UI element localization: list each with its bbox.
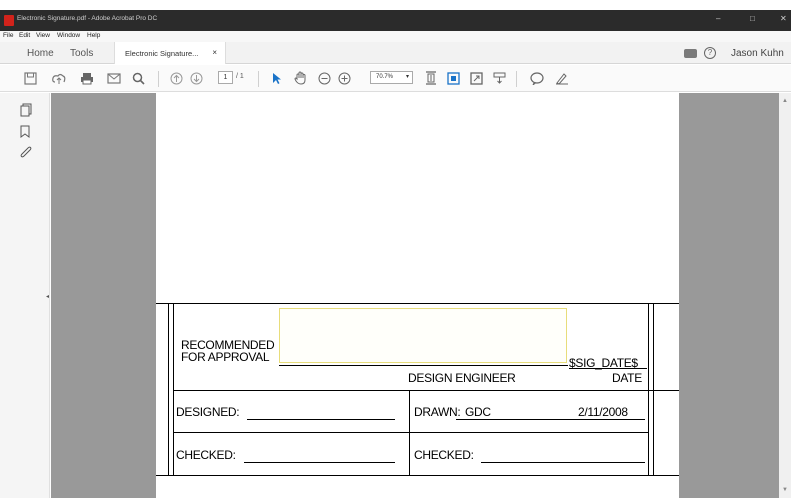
drawn-line: [456, 419, 645, 420]
checked-label-right: CHECKED:: [414, 448, 474, 462]
pdf-page: RECOMMENDED FOR APPROVAL $SIG_DATE$ DESI…: [156, 93, 679, 498]
comment-panel-icon[interactable]: [684, 49, 697, 58]
tab-tools[interactable]: Tools: [70, 48, 93, 59]
title-bar: Electronic Signature.pdf - Adobe Acrobat…: [0, 0, 791, 32]
tab-document[interactable]: Electronic Signature... ×: [114, 42, 226, 64]
navigation-pane: ◂: [0, 93, 50, 498]
toolbar-separator: [158, 71, 159, 87]
drawn-label: DRAWN:: [414, 405, 461, 419]
print-icon[interactable]: [80, 70, 94, 86]
checked-line-right: [481, 462, 645, 463]
next-page-icon[interactable]: [190, 70, 203, 86]
upload-icon[interactable]: [52, 70, 66, 86]
hand-tool-icon[interactable]: [294, 70, 307, 86]
menu-edit[interactable]: Edit: [19, 32, 30, 39]
drawn-value: GDC: [465, 405, 491, 419]
window-caption: Electronic Signature.pdf - Adobe Acrobat…: [0, 10, 791, 31]
zoom-level-select[interactable]: 70.7% ▾: [370, 71, 413, 84]
for-approval-label: FOR APPROVAL: [181, 350, 270, 364]
scroll-down-icon[interactable]: ▼: [782, 487, 788, 493]
design-engineer-label: DESIGN ENGINEER: [408, 371, 516, 385]
menu-bar: File Edit View Window Help: [0, 31, 791, 42]
email-icon[interactable]: [107, 70, 121, 86]
search-icon[interactable]: [132, 70, 145, 86]
zoom-level-value: 70.7%: [376, 74, 394, 80]
signature-line: [279, 365, 568, 366]
form-border: [168, 303, 169, 476]
collapse-pane-icon[interactable]: ◂: [46, 293, 49, 300]
stamp-icon[interactable]: [493, 70, 506, 86]
fit-page-icon[interactable]: [425, 70, 437, 86]
document-canvas[interactable]: RECOMMENDED FOR APPROVAL $SIG_DATE$ DESI…: [51, 93, 791, 498]
form-row-divider: [173, 390, 679, 391]
toolbar-separator: [258, 71, 259, 87]
toolbar: 1 / 1 70.7% ▾: [0, 65, 791, 92]
tab-close-button[interactable]: ×: [212, 48, 217, 57]
full-screen-icon[interactable]: [470, 70, 483, 86]
page-thumbnails-icon[interactable]: [20, 103, 32, 120]
designed-line: [247, 419, 395, 420]
signature-field[interactable]: [279, 308, 567, 363]
tab-home[interactable]: Home: [27, 48, 54, 59]
form-row-divider: [173, 432, 649, 433]
drawn-date: 2/11/2008: [578, 405, 628, 419]
comment-icon[interactable]: [530, 70, 544, 86]
scroll-up-icon[interactable]: ▲: [782, 98, 788, 104]
prev-page-icon[interactable]: [170, 70, 183, 86]
zoom-in-icon[interactable]: [338, 70, 351, 86]
designed-label: DESIGNED:: [176, 405, 240, 419]
bookmark-icon[interactable]: [20, 125, 30, 141]
tab-bar: Home Tools Electronic Signature... × ? J…: [0, 42, 791, 64]
chevron-down-icon: ▾: [405, 74, 409, 80]
date-label: DATE: [612, 371, 642, 385]
menu-view[interactable]: View: [36, 32, 50, 39]
checked-label-left: CHECKED:: [176, 448, 236, 462]
menu-help[interactable]: Help: [87, 32, 100, 39]
close-window-button[interactable]: ✕: [780, 14, 787, 23]
select-tool-icon[interactable]: [272, 70, 282, 86]
toolbar-separator: [516, 71, 517, 87]
menu-window[interactable]: Window: [57, 32, 80, 39]
menu-file[interactable]: File: [3, 32, 13, 39]
checked-line-left: [244, 462, 395, 463]
save-icon[interactable]: [24, 70, 37, 86]
page-total: / 1: [236, 73, 244, 80]
acrobat-logo-icon: [4, 15, 14, 26]
sign-icon[interactable]: [555, 70, 569, 86]
minimize-button[interactable]: –: [716, 14, 720, 23]
date-line: [569, 368, 647, 369]
zoom-out-icon[interactable]: [318, 70, 331, 86]
attachment-icon[interactable]: [20, 146, 32, 163]
tab-document-label: Electronic Signature...: [125, 49, 199, 58]
window-title: Electronic Signature.pdf - Adobe Acrobat…: [17, 15, 158, 22]
page-number-input[interactable]: 1: [218, 71, 233, 84]
vertical-scrollbar[interactable]: ▲ ▼: [779, 93, 791, 498]
form-divider: [409, 390, 410, 476]
help-icon[interactable]: ?: [704, 47, 716, 59]
maximize-button[interactable]: □: [750, 14, 755, 23]
user-name[interactable]: Jason Kuhn: [731, 48, 784, 59]
scroll-mode-icon[interactable]: [447, 70, 460, 86]
